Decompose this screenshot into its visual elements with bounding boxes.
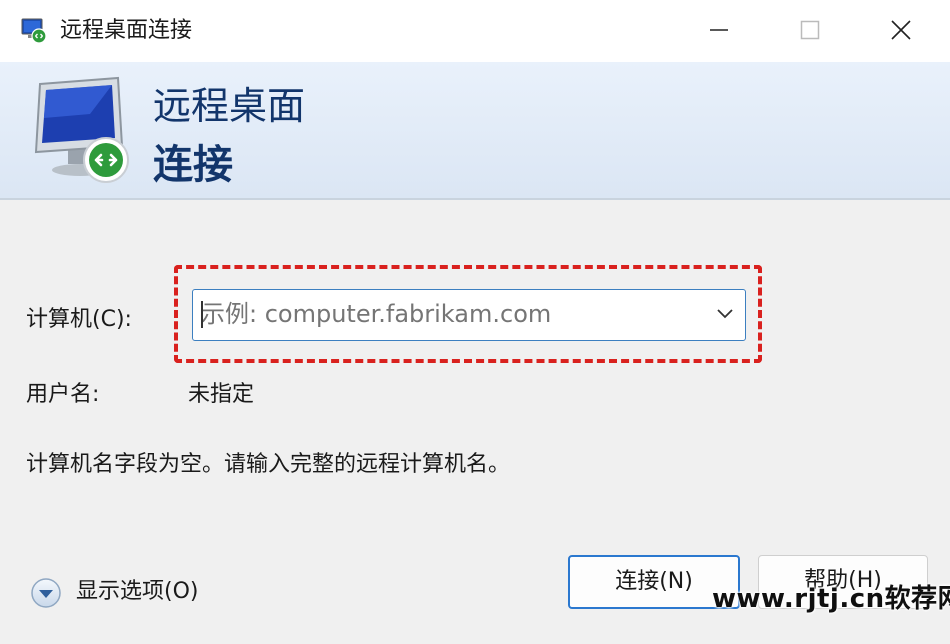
username-label: 用户名: — [26, 382, 100, 407]
close-icon — [891, 20, 911, 40]
computer-input[interactable] — [201, 290, 701, 339]
text-caret — [201, 301, 203, 328]
status-message: 计算机名字段为空。请输入完整的远程计算机名。 — [26, 452, 511, 477]
show-options-label[interactable]: 显示选项(O) — [76, 577, 198, 607]
banner-title-line2: 连接 — [153, 142, 233, 188]
computer-combobox[interactable] — [192, 289, 746, 341]
banner-title-line1: 远程桌面 — [153, 84, 306, 128]
minimize-icon — [710, 29, 728, 31]
close-button[interactable] — [876, 8, 926, 52]
minimize-button[interactable] — [694, 8, 744, 52]
computer-label: 计算机(C): — [26, 307, 132, 332]
remote-desktop-icon — [21, 18, 47, 44]
monitor-remote-icon — [34, 76, 129, 183]
header-banner: 远程桌面 连接 — [0, 62, 950, 200]
expand-chevron-icon[interactable] — [30, 577, 62, 609]
watermark: www.rjtj.cn软荐网 — [712, 584, 950, 614]
maximize-icon — [800, 20, 820, 40]
maximize-button[interactable] — [785, 8, 835, 52]
chevron-down-icon[interactable] — [716, 307, 734, 321]
title-bar: 远程桌面连接 — [0, 0, 950, 62]
username-value: 未指定 — [188, 382, 255, 407]
window-title: 远程桌面连接 — [60, 18, 193, 43]
